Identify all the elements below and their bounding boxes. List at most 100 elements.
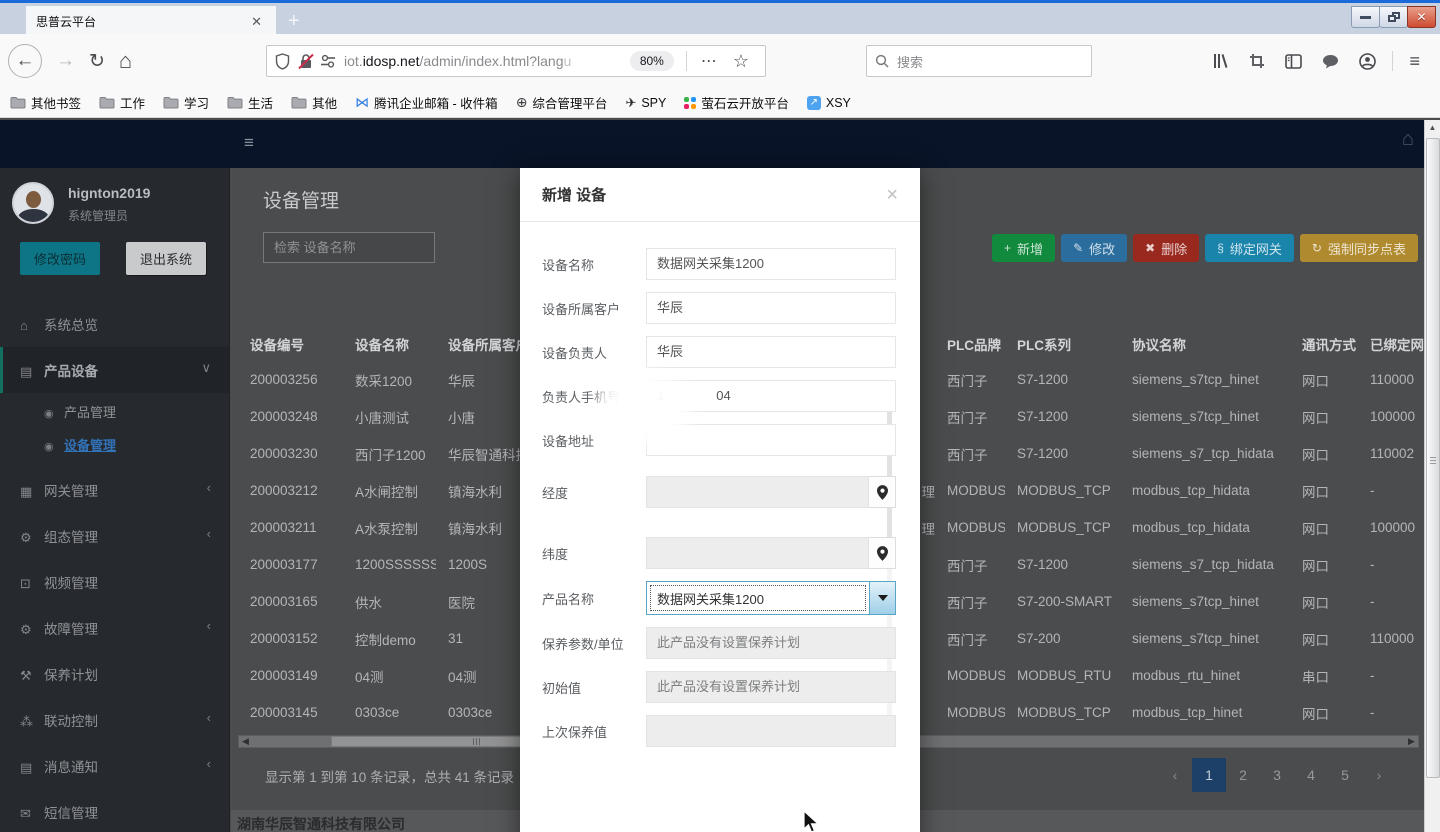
bookmark-item[interactable]: 萤石云开放平台 (684, 93, 789, 112)
zoom-level-badge[interactable]: 80% (630, 51, 674, 71)
page-button-1[interactable]: 1 (1192, 758, 1226, 792)
设备负责人-input[interactable]: 华辰 (646, 336, 896, 368)
sidebar-item[interactable]: ⊡视频管理 (0, 559, 229, 605)
page-button-5[interactable]: 5 (1328, 758, 1362, 792)
product-select[interactable]: 数据网关采集1200 (646, 581, 896, 615)
next-page-button[interactable]: › (1362, 758, 1396, 792)
vscrollbar-thumb[interactable] (1426, 138, 1440, 778)
table-cell: 串口 (1290, 657, 1358, 694)
sidebar-subitem-label[interactable]: 产品管理 (64, 405, 116, 420)
设备名称-input[interactable]: 数据网关采集1200 (646, 248, 896, 280)
window-minimize-button[interactable] (1351, 6, 1380, 28)
page-button-2[interactable]: 2 (1226, 758, 1260, 792)
browser-toolbar: ← → ↻ ⌂ iot.idosp.net/admin/index.html?l… (0, 34, 1440, 88)
sidebar-subitem-label[interactable]: 设备管理 (64, 438, 116, 453)
sidebar-item[interactable]: ⚙组态管理‹ (0, 513, 229, 559)
reload-button[interactable]: ↻ (89, 50, 105, 73)
page-button-3[interactable]: 3 (1260, 758, 1294, 792)
window-restore-button[interactable] (1379, 6, 1408, 28)
scroll-left-arrow[interactable]: ◀ (239, 736, 252, 747)
shield-icon[interactable] (275, 53, 290, 70)
sidebar-item[interactable]: ▦网关管理‹ (0, 467, 229, 513)
folder-icon (163, 96, 179, 109)
修改-button[interactable]: ✎修改 (1061, 234, 1127, 262)
table-cell: 1200SSSSSS (343, 546, 436, 583)
bookmark-item[interactable]: 工作 (99, 93, 145, 112)
tab-close-icon[interactable]: ✕ (247, 12, 266, 32)
bookmark-item[interactable]: 学习 (163, 93, 209, 112)
sidebar-item[interactable]: ▤消息通知‹ (0, 743, 229, 789)
sidebar-item[interactable]: ⌂系统总览 (0, 301, 229, 347)
screenshot-icon[interactable] (1249, 53, 1265, 69)
sidebar-subitem[interactable]: ◉设备管理 (0, 428, 229, 461)
sidebar-item[interactable]: ▤产品设备∨ (0, 347, 229, 393)
permissions-icon[interactable] (320, 54, 336, 68)
account-icon[interactable] (1359, 53, 1376, 70)
sidebar-toggle-icon[interactable] (1285, 54, 1302, 69)
library-icon[interactable] (1212, 53, 1229, 69)
scroll-right-arrow[interactable]: ▶ (1405, 736, 1418, 747)
sidebar-collapse-icon[interactable]: ≡ (244, 133, 254, 153)
sidebar-item[interactable]: ✉短信管理 (0, 789, 229, 832)
sidebar-item[interactable]: ⚙故障管理‹ (0, 605, 229, 651)
绑定网关-button[interactable]: §绑定网关 (1205, 234, 1294, 262)
map-pin-button[interactable] (869, 476, 896, 508)
xsy-icon: ↗ (807, 96, 821, 110)
map-pin-icon (877, 546, 888, 561)
map-pin-button[interactable] (869, 537, 896, 569)
column-header[interactable]: 通讯方式 (1290, 326, 1358, 361)
设备地址-input[interactable] (646, 424, 896, 456)
sidebar-item[interactable]: ⁂联动控制‹ (0, 697, 229, 743)
table-cell: 网口 (1290, 398, 1358, 435)
browser-vertical-scrollbar[interactable]: ▲ (1424, 120, 1440, 832)
sidebar-item-label: 消息通知 (44, 760, 98, 775)
bookmark-item[interactable]: ↗XSY (807, 96, 851, 110)
insecure-lock-icon[interactable] (298, 53, 314, 70)
bookmark-item[interactable]: 生活 (227, 93, 273, 112)
bookmark-item[interactable]: ✈SPY (625, 95, 666, 111)
sidebar-subitem[interactable]: ◉产品管理 (0, 395, 229, 428)
新增-button[interactable]: +新增 (992, 234, 1055, 262)
column-header[interactable]: PLC品牌 (935, 326, 1005, 361)
url-bar[interactable]: iot.idosp.net/admin/index.html?langu 80%… (266, 45, 766, 77)
删除-button[interactable]: ✖删除 (1133, 234, 1199, 262)
device-search-input[interactable] (263, 232, 435, 263)
经度-input (646, 476, 869, 508)
scroll-up-arrow[interactable]: ▲ (1425, 120, 1440, 136)
username: hignton2019 (68, 185, 150, 201)
sidebar-item-label: 视频管理 (44, 576, 98, 591)
column-header[interactable]: 协议名称 (1120, 326, 1290, 361)
back-button[interactable]: ← (8, 44, 42, 78)
forward-button[interactable]: → (56, 50, 75, 72)
column-header[interactable]: 已绑定网关 (1358, 326, 1424, 361)
home-button[interactable]: ⌂ (119, 48, 132, 74)
bookmark-item[interactable]: ⋈腾讯企业邮箱 - 收件箱 (355, 93, 498, 112)
menu-icon[interactable]: ≡ (1409, 51, 1420, 72)
bookmark-item[interactable]: 其他书签 (10, 93, 81, 112)
logout-button[interactable]: 退出系统 (126, 242, 206, 275)
column-header[interactable]: PLC系列 (1005, 326, 1120, 361)
pocket-chat-icon[interactable] (1322, 54, 1339, 69)
table-cell: 100000 (1358, 509, 1424, 546)
browser-search-box[interactable]: 搜索 (866, 45, 1092, 77)
modal-close-icon[interactable]: × (886, 185, 898, 205)
select-dropdown-button[interactable] (869, 582, 895, 614)
window-close-button[interactable]: ✕ (1407, 6, 1436, 28)
prev-page-button[interactable]: ‹ (1158, 758, 1192, 792)
bookmark-item[interactable]: 其他 (291, 93, 337, 112)
强制同步点表-button[interactable]: ↻强制同步点表 (1300, 234, 1418, 262)
column-header[interactable]: 设备编号 (238, 326, 343, 361)
sync-icon: ↻ (1312, 241, 1322, 255)
browser-tab[interactable]: 思普云平台 ✕ (26, 6, 276, 37)
bookmark-item[interactable]: ⊕综合管理平台 (516, 93, 608, 112)
change-password-button[interactable]: 修改密码 (20, 242, 100, 275)
page-actions-icon[interactable]: ⋯ (701, 51, 717, 71)
column-header[interactable]: 设备名称 (343, 326, 436, 361)
avatar[interactable] (12, 182, 54, 224)
设备所属客户-input[interactable]: 华辰 (646, 292, 896, 324)
new-tab-button[interactable]: + (288, 11, 300, 31)
bookmark-star-icon[interactable]: ☆ (733, 51, 749, 72)
page-button-4[interactable]: 4 (1294, 758, 1328, 792)
chevron-down-icon: ∨ (201, 360, 211, 376)
sidebar-item[interactable]: ⚒保养计划 (0, 651, 229, 697)
